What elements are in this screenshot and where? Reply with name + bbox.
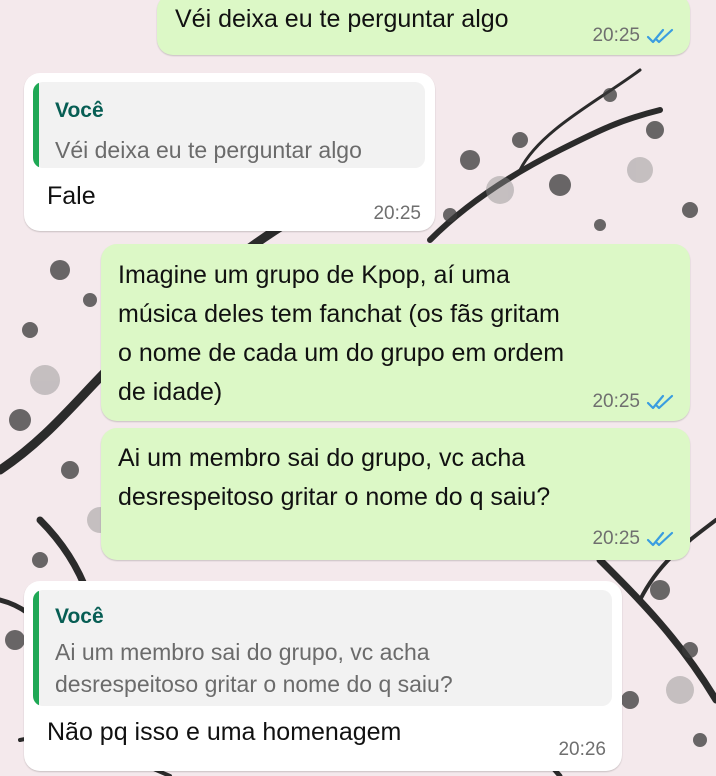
message-bubble-outgoing[interactable]: Ai um membro sai do grupo, vc acha desre…	[101, 428, 690, 560]
message-meta: 20:26	[558, 739, 606, 761]
message-bubble-outgoing[interactable]: Véi deixa eu te perguntar algo 20:25	[157, 0, 690, 55]
message-text: Não pq isso e uma homenagem	[47, 718, 402, 746]
read-receipt-icon	[646, 28, 674, 44]
message-time: 20:25	[373, 203, 421, 224]
message-meta: 20:25	[592, 25, 676, 47]
quote-accent-bar	[33, 82, 39, 168]
message-meta: 20:25	[592, 528, 676, 550]
quoted-author: Você	[55, 605, 104, 628]
message-time: 20:26	[558, 739, 606, 760]
quoted-text: Véi deixa eu te perguntar algo	[55, 137, 362, 163]
message-text-line: Imagine um grupo de Kpop, aí uma	[118, 261, 510, 289]
read-receipt-icon	[646, 394, 674, 410]
message-meta: 20:25	[373, 203, 421, 225]
message-bubble-incoming[interactable]: Você Ai um membro sai do grupo, vc acha …	[24, 581, 622, 771]
message-text: Fale	[47, 182, 96, 210]
message-time: 20:25	[592, 528, 640, 549]
message-meta: 20:25	[592, 391, 676, 413]
message-text-line: desrespeitoso gritar o nome do q saiu?	[118, 483, 551, 511]
message-bubble-outgoing[interactable]: Imagine um grupo de Kpop, aí uma música …	[101, 244, 690, 421]
quoted-text-line: Ai um membro sai do grupo, vc acha	[55, 639, 430, 665]
message-text-line: Ai um membro sai do grupo, vc acha	[118, 444, 526, 472]
read-receipt-icon	[646, 531, 674, 547]
message-time: 20:25	[592, 25, 640, 46]
quoted-message[interactable]: Você Ai um membro sai do grupo, vc acha …	[33, 590, 612, 706]
message-text: Véi deixa eu te perguntar algo	[175, 5, 509, 33]
quoted-author: Você	[55, 99, 104, 122]
message-time: 20:25	[592, 391, 640, 412]
message-bubble-incoming[interactable]: Você Véi deixa eu te perguntar algo Fale…	[24, 73, 435, 231]
message-text-line: de idade)	[118, 378, 223, 406]
message-text-line: música deles tem fanchat (os fãs gritam	[118, 300, 560, 328]
quoted-message[interactable]: Você Véi deixa eu te perguntar algo	[33, 82, 425, 168]
message-text-line: o nome de cada um do grupo em ordem	[118, 339, 565, 367]
quote-accent-bar	[33, 590, 39, 706]
quoted-text-line: desrespeitoso gritar o nome do q saiu?	[55, 671, 453, 697]
